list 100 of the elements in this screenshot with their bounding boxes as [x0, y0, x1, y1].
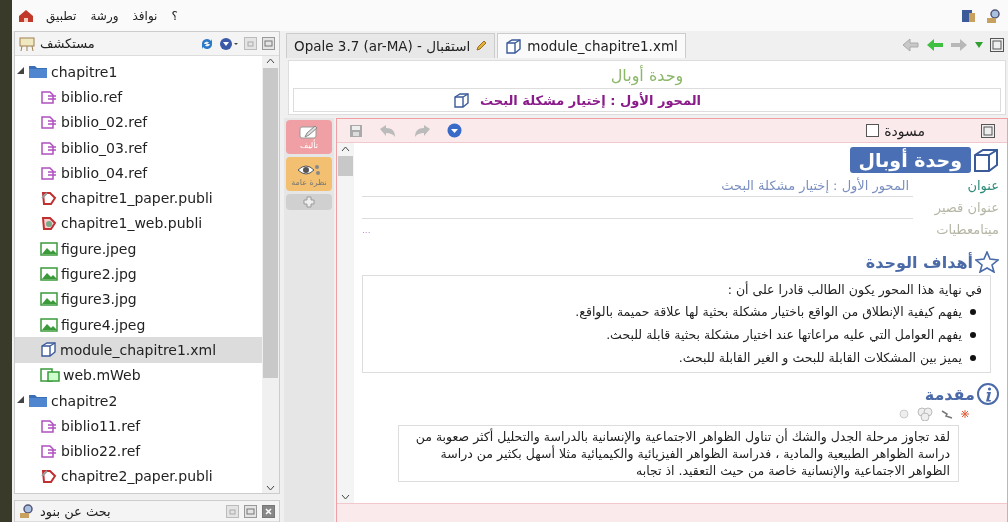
cube-icon [505, 38, 523, 54]
editor-tab[interactable]: module_chapitre1.xml [497, 33, 686, 58]
scroll-up-icon[interactable] [341, 146, 350, 152]
expander-icon[interactable] [15, 396, 25, 405]
reference-file-icon [40, 165, 58, 180]
expander-icon[interactable] [15, 67, 25, 77]
book-icon[interactable] [960, 7, 976, 24]
tree-item[interactable]: figure.jpeg [15, 236, 262, 262]
tree-item[interactable]: biblio_03.ref [15, 134, 262, 161]
image-file-icon [40, 241, 58, 256]
star-icon [975, 251, 999, 273]
tree-item[interactable]: biblio11.ref [15, 413, 262, 439]
tool-icon[interactable] [941, 409, 953, 419]
paragraph: لقد تجاوز مرحلة الجدل والشك أن تناول الظواهر الاجتماعية والإنسانية بالدراسة والتحليل أكثر صعوبة من دراسة الظواهر الطبيعية والمادية ، فدراسة الظواهر الفيزيائية والكيميائية مثلا أسهل بكثير من دراسة الظواهر الاجتماعية والإنسانية خاصة من حيث التعقيد. اذ تجابه [414, 428, 950, 479]
cube-icon [973, 148, 999, 172]
forward-icon[interactable] [950, 37, 968, 52]
caret-icon[interactable] [974, 40, 984, 49]
reference-file-icon [40, 115, 58, 130]
tree-item[interactable]: chapitre1_web.publi [15, 210, 262, 237]
menu-item[interactable]: نوافذ [130, 8, 160, 23]
folder-icon [28, 64, 48, 80]
scroll-up-icon[interactable] [266, 58, 275, 64]
tree-item[interactable]: web.mWeb [15, 362, 262, 388]
refresh-icon[interactable] [200, 36, 214, 51]
cube-icon [453, 92, 470, 108]
breadcrumb-field[interactable]: المحور الأول : إختيار مشكلة البحث [293, 88, 1001, 112]
web-file-icon [40, 368, 60, 383]
bullet-icon [970, 331, 976, 338]
section-title: مقدمة [924, 384, 975, 404]
reference-file-icon [40, 444, 58, 459]
list-item: يفهم كيفية الإنطلاق من الواقع باختيار مشكلة بحثية لها علاقة حميمة بالواقع. [575, 303, 962, 322]
field-label: عنوان قصير [933, 199, 999, 218]
menu-icon[interactable] [219, 36, 239, 51]
section-title: أهداف الوحدة [865, 252, 973, 272]
tree-item[interactable]: biblio.ref [15, 84, 262, 110]
scroll-down-icon[interactable] [266, 485, 275, 491]
tree-item[interactable]: biblio_04.ref [15, 160, 262, 186]
editor-tab[interactable]: Opale 3.7 (ar-MA) - استقبال [286, 33, 496, 58]
scroll-down-icon[interactable] [341, 494, 350, 500]
image-file-icon [40, 292, 58, 307]
menu-item[interactable]: تطبيق [44, 8, 79, 23]
bullet-icon [970, 354, 976, 361]
reference-file-icon [40, 418, 58, 433]
field-label: ميتامعطيات [935, 221, 999, 239]
cube-icon [40, 342, 57, 358]
tree-item[interactable]: figure4.jpeg [15, 311, 262, 338]
info-icon [977, 383, 999, 405]
publication-icon [40, 190, 58, 207]
draft-checkbox[interactable]: مسودة [866, 122, 925, 139]
list-item: يفهم العوامل التي عليه مراعاتها عند اختيار مشكلة بحثية قابلة للبحث. [606, 326, 962, 345]
tree-item[interactable]: figure3.jpg [15, 286, 262, 312]
menu-item[interactable]: ؟ [169, 8, 180, 23]
tree-item[interactable]: chapitre1_paper.publi [15, 185, 262, 211]
image-file-icon [40, 317, 58, 332]
reference-file-icon [40, 140, 58, 155]
dropdown-icon[interactable] [447, 123, 462, 138]
publication-icon [40, 468, 58, 485]
bubbles-icon[interactable] [917, 407, 933, 421]
tree-item[interactable]: biblio22.ref [15, 438, 262, 464]
plus-icon [303, 196, 315, 208]
frame-icon[interactable] [981, 123, 995, 138]
scroll-thumb[interactable] [338, 156, 353, 176]
document-title: وحدة أوبال [609, 64, 685, 88]
magnifier-icon[interactable] [986, 7, 1002, 24]
scroll-thumb[interactable] [263, 68, 278, 378]
bullet-icon [970, 308, 976, 315]
house-icon[interactable] [18, 8, 34, 23]
image-file-icon [40, 267, 58, 281]
scrollbar[interactable] [337, 143, 354, 503]
tree-item[interactable]: biblio_02.ref [15, 109, 262, 135]
panel-title: مستكشف [40, 36, 95, 51]
undo-icon[interactable] [379, 123, 397, 138]
tree-item[interactable]: figure2.jpg [15, 261, 262, 287]
back-icon[interactable] [902, 37, 920, 52]
unit-title: وحدة أوبال [849, 147, 971, 173]
web-publication-icon [40, 215, 58, 232]
dot-icon[interactable] [899, 409, 909, 419]
save-icon[interactable] [349, 123, 363, 138]
folder-icon [28, 393, 48, 408]
close-icon[interactable] [262, 504, 275, 518]
tree-item[interactable]: chapitre2_paper.publi [15, 463, 262, 490]
paragraph: في نهاية هذا المحور يكون الطالب قادرا على أن : [726, 280, 982, 300]
back-icon[interactable] [926, 37, 944, 52]
tree-item[interactable]: chapitre1 [15, 59, 262, 85]
search-icon [19, 503, 35, 519]
minimize-icon[interactable] [244, 37, 257, 50]
redo-icon[interactable] [413, 123, 431, 138]
menu-item[interactable]: ورشة [88, 8, 121, 23]
tree-item[interactable]: chapitre2 [15, 387, 262, 414]
easel-icon [19, 36, 35, 51]
tree-item[interactable]: module_chapitre1.xml [15, 337, 262, 363]
minimize-icon[interactable] [226, 504, 239, 518]
add-button[interactable] [286, 194, 332, 210]
list-item: يميز بين المشكلات القابلة للبحث و الغير القابلة للبحث. [678, 349, 962, 368]
pencil-icon [475, 40, 488, 52]
reference-file-icon [40, 89, 58, 104]
field-label: عنوان [966, 177, 999, 196]
maximize-icon[interactable] [990, 37, 1004, 52]
asterisk-icon [961, 410, 969, 418]
scrollbar[interactable] [262, 56, 279, 493]
